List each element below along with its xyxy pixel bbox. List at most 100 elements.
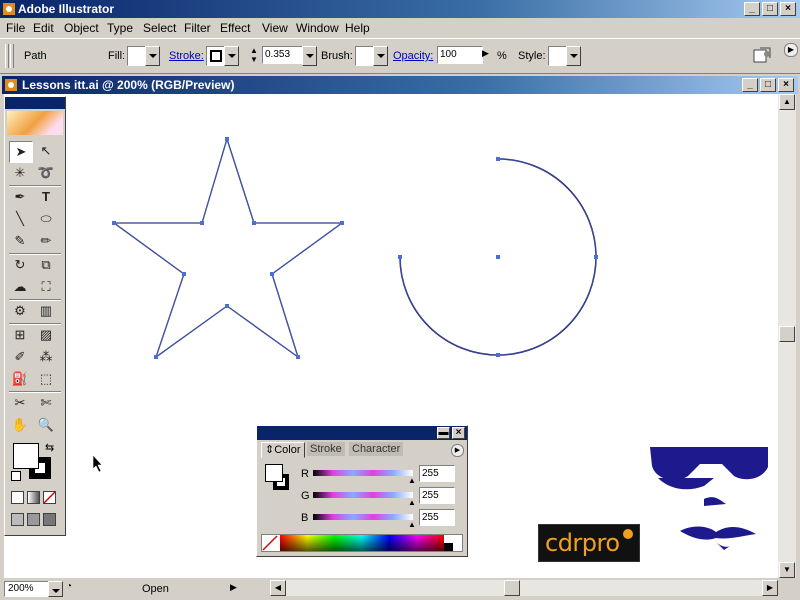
paintbrush-tool-icon[interactable]: ✎ [9, 231, 31, 251]
scroll-right-arrow-icon[interactable]: ▶ [762, 580, 778, 596]
vertical-scroll-thumb[interactable] [779, 326, 795, 342]
scale-tool-icon[interactable]: ⧉ [35, 255, 57, 275]
opacity-arrow-icon[interactable]: ▶ [482, 48, 493, 62]
menu-object[interactable]: Object [64, 21, 99, 35]
ellipse-tool-icon[interactable]: ⬭ [35, 209, 57, 229]
stroke-weight-dropdown[interactable] [302, 46, 317, 66]
close-button[interactable]: × [780, 2, 796, 16]
selection-tool-icon[interactable]: ➤ [9, 141, 33, 163]
green-value-input[interactable]: 255 [419, 487, 455, 504]
pen-tool-icon[interactable]: ✒ [9, 187, 31, 207]
panel-fill-swatch[interactable] [265, 464, 283, 482]
doc-close-button[interactable]: × [778, 78, 794, 92]
doc-minimize-button[interactable]: _ [742, 78, 758, 92]
graph-tool-icon[interactable]: ▥ [35, 301, 57, 321]
line-tool-icon[interactable]: ╲ [9, 209, 31, 229]
tab-character[interactable]: Character [349, 442, 404, 456]
red-value-input[interactable]: 255 [419, 465, 455, 482]
tab-stroke[interactable]: Stroke [307, 442, 345, 456]
horizontal-scrollbar[interactable]: ◀ ▶ [270, 580, 778, 596]
red-slider[interactable] [313, 470, 413, 476]
mesh-tool-icon[interactable]: ⊞ [9, 325, 31, 345]
menu-type[interactable]: Type [107, 21, 133, 35]
zoom-dropdown[interactable] [48, 581, 63, 597]
stroke-dropdown[interactable] [224, 46, 239, 66]
stroke-weight-input[interactable]: 0.353 [262, 46, 304, 64]
brush-dropdown[interactable] [373, 46, 388, 66]
warp-tool-icon[interactable]: ☁ [9, 277, 31, 297]
brush-swatch[interactable] [355, 46, 375, 66]
scroll-left-arrow-icon[interactable]: ◀ [270, 580, 286, 596]
menu-view[interactable]: View [262, 21, 288, 35]
live-paint-bucket-tool-icon[interactable]: ⛽ [9, 369, 31, 389]
palette-grip[interactable] [5, 44, 9, 68]
menu-select[interactable]: Select [143, 21, 176, 35]
color-panel-close-button[interactable]: × [452, 427, 465, 439]
blue-value-input[interactable]: 255 [419, 509, 455, 526]
opacity-input[interactable]: 100 [437, 46, 483, 64]
horizontal-scroll-thumb[interactable] [504, 580, 520, 596]
status-menu-icon[interactable]: ◔ [66, 581, 78, 595]
scroll-down-arrow-icon[interactable]: ▼ [779, 562, 795, 578]
pencil-tool-icon[interactable]: ✏ [35, 231, 57, 251]
opacity-label[interactable]: Opacity: [393, 50, 433, 62]
gradient-mode-icon[interactable] [27, 491, 40, 504]
palette-options-icon[interactable] [752, 46, 774, 66]
color-mode-icon[interactable] [11, 491, 24, 504]
stroke-label[interactable]: Stroke: [169, 50, 204, 62]
magic-wand-tool-icon[interactable]: ✳ [9, 163, 31, 183]
slice-tool-icon[interactable]: ✂ [9, 393, 31, 413]
white-swatch[interactable] [444, 535, 453, 543]
type-tool-icon[interactable]: T [35, 187, 57, 207]
hand-tool-icon[interactable]: ✋ [9, 415, 31, 435]
screen-mode-standard-icon[interactable] [11, 513, 24, 526]
blend-tool-icon[interactable]: ⁂ [35, 347, 57, 367]
palette-menu-icon[interactable]: ▶ [784, 43, 798, 57]
style-dropdown[interactable] [566, 46, 581, 66]
symbol-sprayer-tool-icon[interactable]: ⚙ [9, 301, 31, 321]
stroke-swatch[interactable] [206, 46, 226, 66]
live-paint-selection-tool-icon[interactable]: ⬚ [35, 369, 57, 389]
menu-effect[interactable]: Effect [220, 21, 250, 35]
color-panel-titlebar[interactable]: ▬ × [257, 426, 467, 440]
scissors-tool-icon[interactable]: ✄ [35, 393, 57, 413]
color-panel-minimize-button[interactable]: ▬ [437, 427, 450, 439]
blue-slider-handle-icon[interactable]: ▲ [408, 520, 416, 529]
swap-colors-icon[interactable]: ⇆ [45, 441, 54, 454]
gradient-tool-icon[interactable]: ▨ [35, 325, 57, 345]
menu-file[interactable]: File [6, 21, 25, 35]
status-arrow-icon[interactable]: ▶ [230, 582, 242, 596]
minimize-button[interactable]: _ [744, 2, 760, 16]
none-color-icon[interactable] [262, 535, 278, 551]
style-swatch[interactable] [548, 46, 568, 66]
screen-mode-full-icon[interactable] [43, 513, 56, 526]
doc-restore-button[interactable]: □ [760, 78, 776, 92]
color-panel-menu-icon[interactable]: ▶ [451, 444, 464, 457]
fill-swatch[interactable] [127, 46, 147, 66]
none-mode-icon[interactable] [43, 491, 56, 504]
scroll-up-arrow-icon[interactable]: ▲ [779, 94, 795, 110]
rotate-tool-icon[interactable]: ↻ [9, 255, 31, 275]
free-transform-tool-icon[interactable]: ⛶ [35, 277, 57, 297]
lasso-tool-icon[interactable]: ➰ [35, 163, 57, 183]
red-slider-handle-icon[interactable]: ▲ [408, 476, 416, 485]
green-slider[interactable] [313, 492, 413, 498]
color-spectrum-bar[interactable] [261, 534, 463, 552]
green-slider-handle-icon[interactable]: ▲ [408, 498, 416, 507]
maximize-button[interactable]: □ [762, 2, 778, 16]
eyedropper-tool-icon[interactable]: ✐ [9, 347, 31, 367]
stroke-weight-stepper[interactable]: ▲ ▼ [248, 46, 260, 64]
default-colors-icon[interactable] [11, 471, 21, 481]
tab-color[interactable]: ⇕Color [261, 442, 305, 458]
blue-slider[interactable] [313, 514, 413, 520]
menu-window[interactable]: Window [296, 21, 339, 35]
black-swatch[interactable] [444, 543, 453, 551]
vertical-scrollbar[interactable]: ▲ ▼ [778, 94, 796, 578]
zoom-tool-icon[interactable]: 🔍 [35, 415, 57, 435]
fill-color-swatch[interactable] [13, 443, 39, 469]
menu-help[interactable]: Help [345, 21, 370, 35]
zoom-level-field[interactable]: 200% [4, 581, 53, 597]
fill-dropdown[interactable] [145, 46, 160, 66]
tools-panel-titlebar[interactable] [5, 97, 65, 109]
menu-edit[interactable]: Edit [33, 21, 54, 35]
